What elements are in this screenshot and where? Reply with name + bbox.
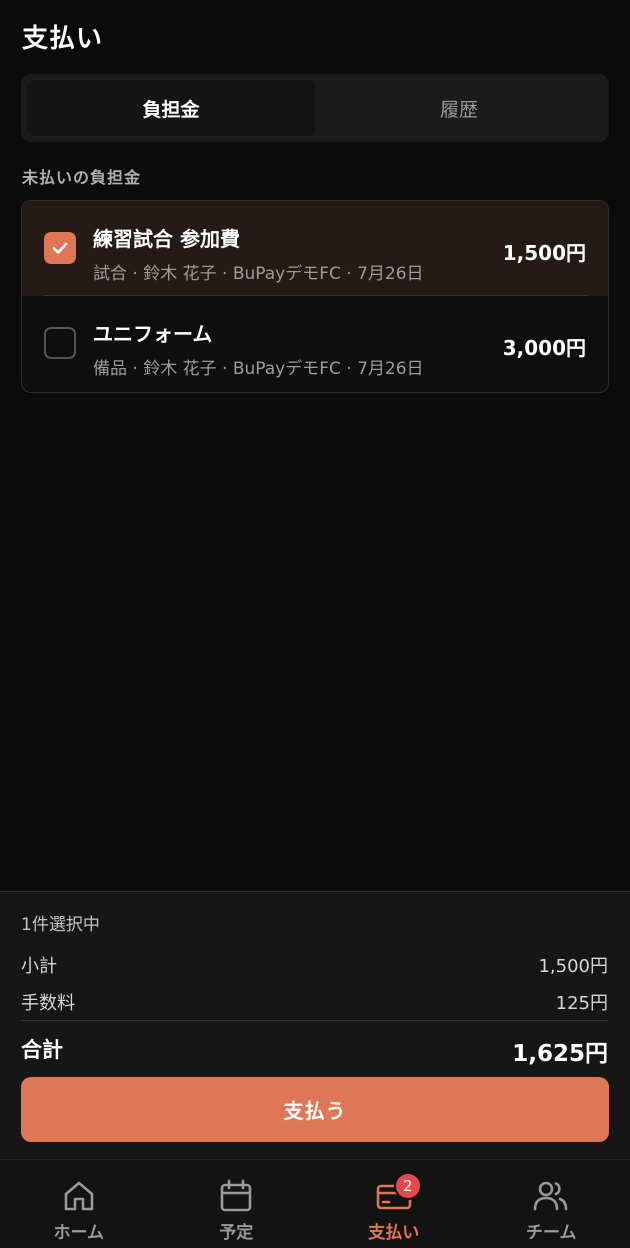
list-item-subtitle: 備品 · 鈴木 花子 · BuPayデモFC · 7月26日 [93, 359, 424, 379]
users-icon [533, 1181, 568, 1211]
tab-label: 予定 [219, 1223, 254, 1243]
selected-count: 1件選択中 [21, 915, 100, 935]
tab-label: ホーム [53, 1223, 105, 1243]
payment-summary: 1件選択中 小計 1,500円 手数料 125円 合計 1,625円 支払う [0, 891, 630, 1159]
section-label: 未払いの負担金 [22, 168, 142, 187]
list-item-subtitle: 試合 · 鈴木 花子 · BuPayデモFC · 7月26日 [93, 264, 424, 284]
unpaid-list: 練習試合 参加費 試合 · 鈴木 花子 · BuPayデモFC · 7月26日 … [21, 200, 609, 393]
divider [21, 1020, 608, 1021]
notification-badge: 2 [393, 1172, 422, 1200]
subtotal-value: 1,500円 [538, 956, 608, 977]
list-item[interactable]: 練習試合 参加費 試合 · 鈴木 花子 · BuPayデモFC · 7月26日 … [22, 201, 608, 296]
total-value: 1,625円 [512, 1041, 608, 1067]
tab-history[interactable]: 履歴 [315, 80, 603, 136]
total-row: 合計 1,625円 [21, 1034, 608, 1068]
home-icon [64, 1181, 94, 1211]
fee-value: 125円 [555, 993, 608, 1014]
tab-payments[interactable]: 2 支払い [315, 1160, 473, 1248]
subtotal-label: 小計 [21, 956, 57, 977]
list-item-title: 練習試合 参加費 [93, 227, 240, 251]
segmented-control: 負担金 履歴 [21, 74, 609, 142]
tab-team[interactable]: チーム [473, 1160, 630, 1248]
total-label: 合計 [21, 1038, 63, 1062]
check-icon [52, 242, 68, 254]
tab-schedule[interactable]: 予定 [158, 1160, 316, 1248]
list-item-text: ユニフォーム 備品 · 鈴木 花子 · BuPayデモFC · 7月26日 [93, 318, 424, 379]
fee-row: 手数料 125円 [21, 989, 608, 1015]
list-item-amount: 3,000円 [502, 336, 586, 360]
payments-screen: 支払い 負担金 履歴 未払いの負担金 練習試合 参加費 試合 · 鈴木 花子 ·… [0, 0, 630, 1248]
calendar-icon [220, 1179, 252, 1212]
checkbox-unchecked[interactable] [44, 327, 76, 359]
tab-label: 支払い [368, 1223, 420, 1243]
pay-button[interactable]: 支払う [21, 1077, 609, 1142]
tab-burden[interactable]: 負担金 [27, 80, 315, 136]
list-item-amount: 1,500円 [502, 241, 586, 265]
subtotal-row: 小計 1,500円 [21, 952, 608, 978]
list-item-title: ユニフォーム [93, 322, 213, 346]
list-item-text: 練習試合 参加費 試合 · 鈴木 花子 · BuPayデモFC · 7月26日 [93, 223, 424, 284]
checkbox-checked[interactable] [44, 232, 76, 264]
fee-label: 手数料 [21, 993, 75, 1014]
page-title: 支払い [22, 24, 104, 54]
list-item[interactable]: ユニフォーム 備品 · 鈴木 花子 · BuPayデモFC · 7月26日 3,… [22, 296, 608, 391]
tab-label: チーム [526, 1223, 577, 1243]
bottom-tab-bar: ホーム 予定 2 支払い チーム [0, 1159, 630, 1248]
tab-home[interactable]: ホーム [0, 1160, 158, 1248]
